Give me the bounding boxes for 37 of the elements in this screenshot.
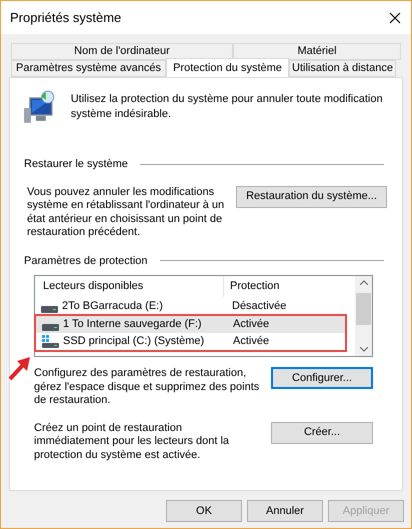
- restore-description: Vous pouvez annuler les modifications système en rétablissant l'ordinateur à un état antérieur en choisissant un point de restauration précédent.: [27, 186, 226, 240]
- drive-row[interactable]: 2To BGarracuda (E:) Désactivée: [35, 298, 355, 315]
- protection-status: Activée: [232, 334, 270, 350]
- column-header[interactable]: Lecteurs disponibles: [35, 276, 224, 297]
- system-drive-icon: [42, 335, 59, 348]
- create-description: Créez un point de restauration immédiatement pour les lecteurs dont la protection du système est activée.: [34, 422, 230, 462]
- button[interactable]: Restauration du système...: [236, 186, 387, 208]
- button[interactable]: Configurer...: [271, 367, 373, 389]
- drive-name: SSD principal (C:) (Système): [63, 334, 204, 350]
- protection-status: Désactivée: [231, 299, 286, 314]
- drive-row[interactable]: 1 To Interne sauvegarde (F:) Activée: [36, 316, 345, 333]
- intro-text: Utilisez la protection du système pour annuler toute modification système indésirable.: [70, 92, 384, 122]
- drive-name: 1 To Interne sauvegarde (F:): [63, 317, 202, 332]
- tab[interactable]: Utilisation à distance: [289, 60, 396, 77]
- section-heading: Paramètres de protection: [24, 254, 148, 268]
- tab[interactable]: Nom de l'ordinateur: [11, 43, 233, 60]
- tab[interactable]: Paramètres système avancés: [11, 60, 166, 77]
- configure-description: Configurez des paramètres de restauration, gérez l'espace disque et supprimez des points de restauration.: [34, 367, 260, 408]
- computer-restore-icon: [24, 90, 56, 124]
- tab[interactable]: Protection du système: [166, 58, 289, 77]
- scroll-up-icon[interactable]: [360, 280, 368, 285]
- annotation-arrow: [8, 355, 32, 381]
- section-heading: Restaurer le système: [24, 157, 128, 172]
- tab[interactable]: Matériel: [233, 43, 401, 60]
- button[interactable]: Annuler: [247, 500, 323, 522]
- column-header[interactable]: Protection: [224, 276, 355, 297]
- protection-status: Activée: [232, 317, 270, 332]
- drive-row[interactable]: SSD principal (C:) (Système) Activée: [36, 333, 345, 350]
- drive-icon: [42, 324, 59, 330]
- drive-icon: [41, 306, 58, 312]
- drive-name: 2To BGarracuda (E:): [62, 299, 163, 314]
- scroll-down-icon[interactable]: [360, 347, 368, 352]
- button[interactable]: Créer...: [271, 422, 373, 444]
- close-icon[interactable]: [389, 12, 401, 24]
- window-title: Propriétés système: [10, 8, 122, 27]
- button[interactable]: OK: [166, 500, 242, 522]
- scrollbar-thumb[interactable]: [356, 293, 371, 325]
